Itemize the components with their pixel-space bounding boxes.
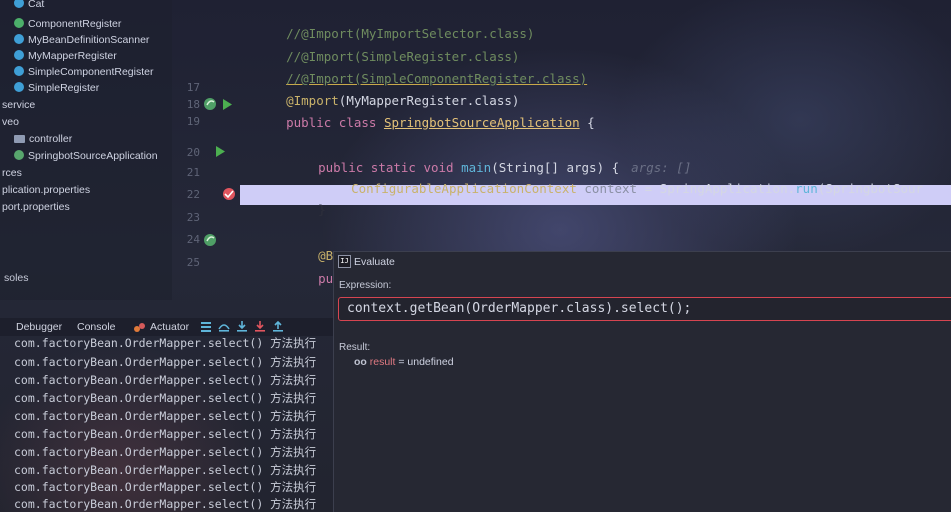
ide-window: Cat ComponentRegister MyBeanDefinitionSc… <box>0 0 951 512</box>
tree-item-simple-component-register[interactable]: SimpleComponentRegister <box>14 64 153 80</box>
tab-debugger[interactable]: Debugger <box>16 321 62 333</box>
result-row[interactable]: oo result = undefined <box>354 356 454 368</box>
line-number: 21 <box>186 166 200 179</box>
step-into-icon[interactable] <box>236 321 248 332</box>
tree-item-my-bean-definition-scanner[interactable]: MyBeanDefinitionScanner <box>14 32 149 48</box>
spring-bean-icon[interactable] <box>203 233 217 247</box>
run-icon[interactable] <box>215 146 225 157</box>
class-icon <box>14 0 24 8</box>
expression-input[interactable]: context.getBean(OrderMapper.class).selec… <box>338 297 951 321</box>
line-number: 18 <box>186 98 200 111</box>
force-step-into-icon[interactable] <box>254 321 266 332</box>
run-icon[interactable] <box>222 99 232 110</box>
line-number: 19 <box>186 115 200 128</box>
annotation-icon <box>14 18 24 28</box>
console-line: com.factoryBean.OrderMapper.select() 方法执… <box>14 480 317 494</box>
code-line[interactable]: public class SpringbotSourceApplication … <box>256 100 595 145</box>
result-label: Result: <box>339 342 371 353</box>
console-line: com.factoryBean.OrderMapper.select() 方法执… <box>14 336 317 350</box>
expression-label: Expression: <box>339 280 392 291</box>
class-icon <box>14 66 24 76</box>
tree-item-resources[interactable]: rces <box>2 165 22 181</box>
console-line: com.factoryBean.OrderMapper.select() 方法执… <box>14 373 317 387</box>
evaluate-dialog: IJ Evaluate Expression: context.getBean(… <box>333 251 951 512</box>
console-line: com.factoryBean.OrderMapper.select() 方法执… <box>14 463 317 477</box>
line-number: 17 <box>186 81 200 94</box>
menu-icon[interactable] <box>200 321 212 332</box>
spring-bean-icon[interactable] <box>203 97 217 111</box>
watch-result-icon: oo <box>354 356 367 368</box>
result-name: result <box>369 356 396 368</box>
console-line: com.factoryBean.OrderMapper.select() 方法执… <box>14 391 317 405</box>
tree-item-import-properties[interactable]: port.properties <box>2 199 70 215</box>
step-over-icon[interactable] <box>218 321 230 332</box>
line-number: 20 <box>186 146 200 159</box>
line-number: 22 <box>186 188 200 201</box>
code-line[interactable]: } <box>288 187 326 232</box>
console-line: com.factoryBean.OrderMapper.select() 方法执… <box>14 409 317 423</box>
line-number: 25 <box>186 256 200 269</box>
step-out-icon[interactable] <box>272 321 284 332</box>
tree-item-component-register[interactable]: ComponentRegister <box>14 16 121 32</box>
intellij-logo-icon: IJ <box>338 255 351 268</box>
console-line: com.factoryBean.OrderMapper.select() 方法执… <box>14 427 317 441</box>
console-line: com.factoryBean.OrderMapper.select() 方法执… <box>14 355 317 369</box>
debugger-toolbar: Debugger Console Actuator <box>0 318 336 336</box>
line-number: 23 <box>186 211 200 224</box>
tree-item-my-mapper-register[interactable]: MyMapperRegister <box>14 48 117 64</box>
project-tree: Cat ComponentRegister MyBeanDefinitionSc… <box>0 0 172 300</box>
class-icon <box>14 82 24 92</box>
breakpoint-icon[interactable] <box>222 187 236 201</box>
actuator-icon <box>134 323 145 332</box>
tree-item-service[interactable]: service <box>2 97 35 113</box>
console-line: com.factoryBean.OrderMapper.select() 方法执… <box>14 497 317 511</box>
console-line: com.factoryBean.OrderMapper.select() 方法执… <box>14 445 317 459</box>
dialog-title: Evaluate <box>354 256 395 268</box>
tree-item-application-properties[interactable]: plication.properties <box>2 182 90 198</box>
tab-console[interactable]: Console <box>77 321 116 333</box>
tree-item-veo[interactable]: veo <box>2 114 19 130</box>
spring-boot-icon <box>14 150 24 160</box>
folder-icon <box>14 135 25 143</box>
class-icon <box>14 50 24 60</box>
class-icon <box>14 34 24 44</box>
expression-text: context.getBean(OrderMapper.class).selec… <box>347 301 692 316</box>
code-line[interactable]: ConfigurableApplicationContext context =… <box>321 166 923 211</box>
tab-actuator[interactable]: Actuator <box>150 321 189 333</box>
tree-item-controller[interactable]: controller <box>14 131 72 147</box>
tree-item-simple-register[interactable]: SimpleRegister <box>14 80 99 96</box>
line-number: 24 <box>186 233 200 246</box>
result-value: = undefined <box>395 356 454 368</box>
tree-item-consoles[interactable]: soles <box>4 272 29 284</box>
tree-item-cat[interactable]: Cat <box>14 0 44 12</box>
tree-item-springbot-source-application[interactable]: SpringbotSourceApplication <box>14 148 158 164</box>
